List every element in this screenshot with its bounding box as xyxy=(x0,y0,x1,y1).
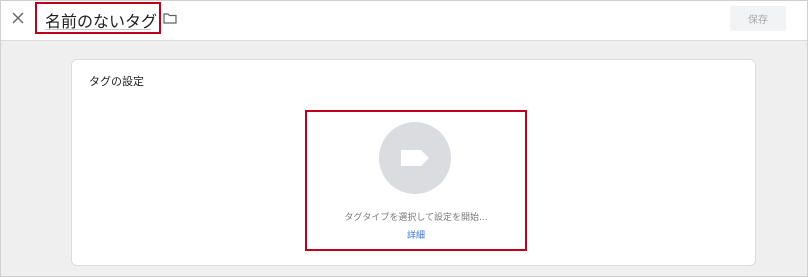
folder-button[interactable] xyxy=(161,9,179,27)
tag-icon xyxy=(401,150,429,166)
tag-name-underline xyxy=(45,29,151,30)
tag-icon-circle[interactable] xyxy=(379,122,451,194)
learn-more-link[interactable]: 詳細 xyxy=(307,228,525,241)
tag-configuration-card: タグの設定 タグタイプを選択して設定を開始... 詳細 xyxy=(71,59,756,266)
top-bar: 名前のないタグ 保存 xyxy=(1,1,807,41)
close-icon xyxy=(12,12,24,24)
save-button[interactable]: 保存 xyxy=(730,6,786,31)
tag-name-field[interactable]: 名前のないタグ xyxy=(35,2,161,34)
folder-icon xyxy=(163,13,177,24)
section-title: タグの設定 xyxy=(89,75,144,88)
choose-tag-type-area[interactable]: タグタイプを選択して設定を開始... 詳細 xyxy=(305,110,527,251)
close-button[interactable] xyxy=(7,7,29,29)
choose-tag-type-text: タグタイプを選択して設定を開始... xyxy=(344,213,488,223)
